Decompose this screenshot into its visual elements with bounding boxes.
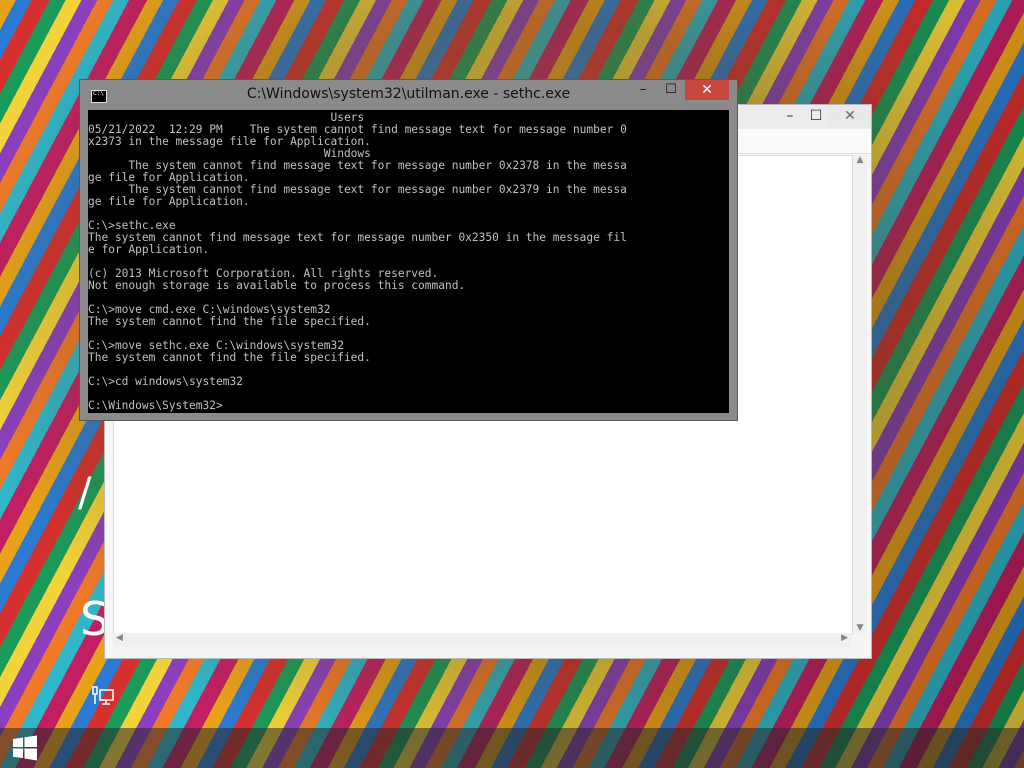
console-titlebar[interactable]: C:\Windows\system32\utilman.exe - sethc.… [80,80,737,110]
console-line: Not enough storage is available to proce… [88,279,466,292]
utilman-maximize-button[interactable]: ☐ [803,105,829,127]
console-line: ge file for Application. [88,195,250,208]
console-line: C:\Windows\System32> [88,399,223,412]
scroll-right-icon[interactable]: ▶ [841,633,848,643]
utilman-close-button[interactable]: ✕ [829,105,871,127]
console-line: C:\>cd windows\system32 [88,375,243,388]
scroll-left-icon[interactable]: ◀ [116,633,123,643]
windows-logo-icon[interactable] [12,735,38,761]
console-line: The system cannot find the file specifie… [88,351,371,364]
console-minimize-button[interactable]: – [629,80,657,100]
scroll-up-icon[interactable]: ▲ [853,155,867,165]
bottom-bar [0,728,1024,768]
console-output[interactable]: Users 05/21/2022 12:29 PM The system can… [88,110,729,413]
scroll-down-icon[interactable]: ▼ [853,623,867,633]
console-window[interactable]: C:\Windows\system32\utilman.exe - sethc.… [79,79,738,421]
vertical-scrollbar[interactable]: ▲ ▼ [853,155,867,633]
utilman-window-controls: – ☐ ✕ [777,105,871,127]
console-line: The system cannot find the file specifie… [88,315,371,328]
console-maximize-button[interactable]: ☐ [657,80,685,100]
console-window-controls: – ☐ ✕ [629,80,729,100]
lockscreen-partial-text-top: / [78,470,92,516]
network-icon[interactable] [92,686,114,706]
console-close-button[interactable]: ✕ [685,80,729,100]
utilman-minimize-button[interactable]: – [777,105,803,127]
console-text[interactable]: Users 05/21/2022 12:29 PM The system can… [88,110,729,412]
console-line: e for Application. [88,243,210,256]
horizontal-scrollbar[interactable]: ◀ ▶ [113,633,851,647]
